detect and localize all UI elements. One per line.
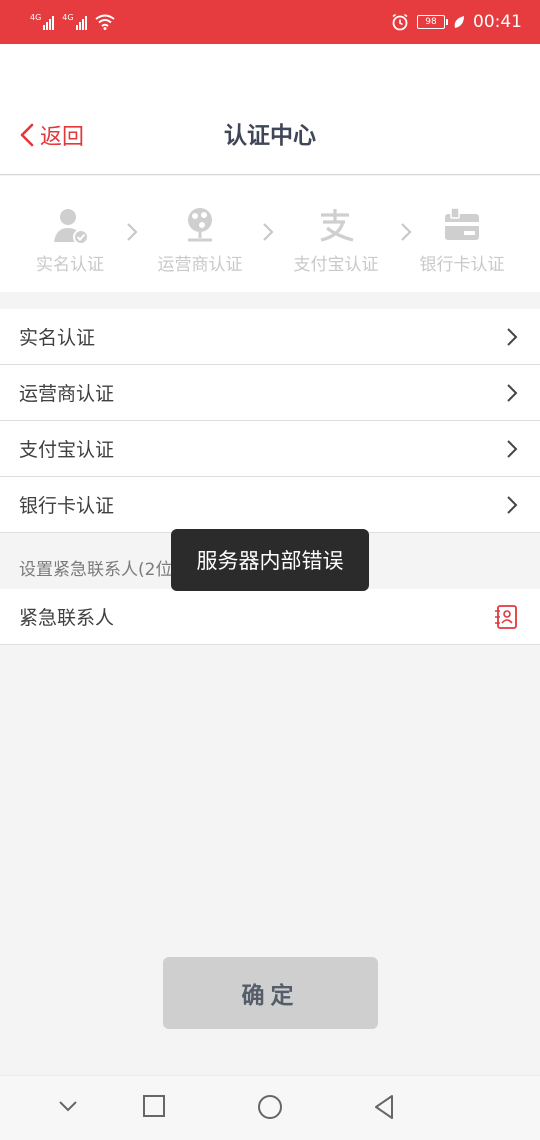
emergency-contact-label: 紧急联系人 — [19, 607, 115, 629]
bank-card-icon — [445, 207, 479, 240]
step-label: 支付宝认证 — [293, 255, 379, 275]
chevron-right-icon — [507, 495, 518, 514]
list-item-alipay[interactable]: 支付宝认证 — [0, 421, 540, 477]
list-item-label: 实名认证 — [19, 327, 96, 349]
contact-book-icon[interactable] — [494, 604, 518, 630]
carrier-icon — [188, 208, 212, 242]
chevron-right-icon — [507, 439, 518, 458]
app-header: 返回 认证中心 — [0, 44, 540, 175]
step-real-name: 实名认证 — [10, 204, 130, 275]
step-label: 实名认证 — [36, 255, 104, 275]
alarm-icon — [392, 13, 408, 31]
list-item-label: 银行卡认证 — [19, 495, 115, 517]
user-verified-icon — [54, 209, 89, 245]
verification-steps: 实名认证 运营商认证 支付宝认证 银行卡认证 — [0, 176, 540, 292]
back-nav-icon[interactable] — [372, 1094, 396, 1120]
clock: 00:41 — [473, 12, 522, 32]
leaf-icon — [454, 16, 464, 28]
emergency-contact-row[interactable]: 紧急联系人 — [0, 589, 540, 645]
step-label: 运营商认证 — [157, 255, 243, 275]
hide-keyboard-icon[interactable] — [56, 1094, 80, 1118]
list-item-label: 支付宝认证 — [19, 439, 115, 461]
confirm-button[interactable]: 确定 — [163, 957, 378, 1029]
emergency-contact-hint: 设置紧急联系人(2位) — [19, 560, 180, 580]
step-label: 银行卡认证 — [419, 255, 505, 275]
step-carrier: 运营商认证 — [140, 204, 260, 275]
list-item-carrier[interactable]: 运营商认证 — [0, 365, 540, 421]
chevron-right-icon — [127, 223, 138, 241]
recent-apps-icon[interactable] — [142, 1094, 166, 1118]
status-bar: 4G 4G 98 00:41 — [0, 0, 540, 44]
error-toast: 服务器内部错误 — [171, 529, 369, 591]
list-item-real-name[interactable]: 实名认证 — [0, 309, 540, 365]
chevron-right-icon — [263, 223, 274, 241]
battery-level: 98 — [425, 17, 437, 27]
wifi-icon — [94, 14, 115, 30]
step-bank-card: 银行卡认证 — [402, 204, 522, 275]
home-icon[interactable] — [257, 1094, 283, 1120]
network-type-label: 4G — [62, 13, 74, 22]
network-type-label: 4G — [30, 13, 42, 22]
page-title: 认证中心 — [224, 123, 316, 149]
list-item-label: 运营商认证 — [19, 383, 115, 405]
step-alipay: 支付宝认证 — [276, 204, 396, 275]
chevron-right-icon — [507, 383, 518, 402]
alipay-icon — [320, 209, 354, 242]
list-item-bank-card[interactable]: 银行卡认证 — [0, 477, 540, 533]
signal-icon: 4G — [30, 13, 55, 30]
signal-icon: 4G — [62, 13, 87, 30]
system-nav-bar — [0, 1075, 540, 1140]
verification-list: 实名认证 运营商认证 支付宝认证 银行卡认证 — [0, 309, 540, 533]
battery-icon: 98 — [417, 15, 448, 29]
chevron-right-icon — [507, 327, 518, 346]
